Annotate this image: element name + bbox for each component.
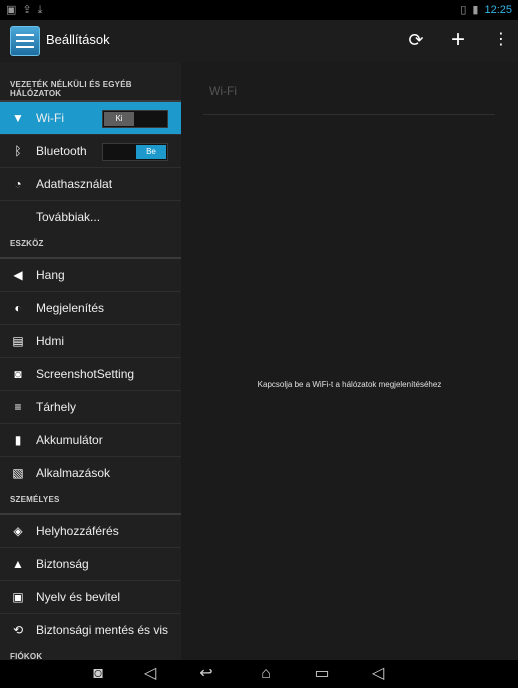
back-icon[interactable]: ↩: [192, 664, 220, 684]
sidebar-item-label: Nyelv és bevitel: [36, 590, 121, 604]
sidebar-item-label: Wi-Fi: [36, 111, 64, 125]
add-network-icon[interactable]: +: [445, 28, 471, 52]
sidebar-item-label: Bluetooth: [36, 144, 87, 158]
battery-icon: ▮: [472, 4, 479, 16]
sidebar-item-screenshot[interactable]: ◙ ScreenshotSetting: [0, 358, 181, 391]
recent-apps-icon[interactable]: ▭: [308, 664, 336, 684]
sidebar-item-storage[interactable]: ≡ Tárhely: [0, 391, 181, 424]
sidebar-item-battery[interactable]: ▮ Akkumulátor: [0, 424, 181, 457]
usb-icon: ⇪: [22, 4, 32, 16]
section-header-accounts: FIÓKOK: [0, 646, 181, 660]
screenshot-notification-icon: ▣: [6, 4, 17, 16]
sidebar-item-label: Tárhely: [36, 400, 77, 414]
status-time: 12:25: [484, 4, 512, 16]
sidebar-item-data-usage[interactable]: ◔ Adathasználat: [0, 168, 181, 201]
battery-settings-icon: ▮: [14, 433, 22, 447]
sidebar-item-sound[interactable]: ◀ Hang: [0, 259, 181, 292]
sidebar-item-label: Akkumulátor: [36, 433, 103, 447]
sidebar-item-bluetooth[interactable]: ᛒ Bluetooth Be: [0, 135, 181, 168]
keyboard-icon: ▣: [12, 590, 24, 604]
sidebar-item-backup[interactable]: ⟲ Biztonsági mentés és vis: [0, 614, 181, 646]
wifi-icon: ▼: [12, 111, 24, 125]
section-header-personal: SZEMÉLYES: [0, 489, 181, 515]
overflow-menu-icon[interactable]: ⋮: [488, 28, 514, 52]
sound-icon: ◀: [13, 268, 23, 282]
sim-icon: ▯: [460, 4, 467, 16]
more-spacer: [12, 211, 24, 223]
sidebar-item-label: Alkalmazások: [36, 466, 111, 480]
sidebar-item-location[interactable]: ◈ Helyhozzáférés: [0, 515, 181, 548]
detail-divider: [203, 114, 495, 115]
sidebar-item-label: Adathasználat: [36, 177, 113, 191]
bluetooth-toggle-state: Be: [136, 145, 166, 159]
volume-down-icon[interactable]: ◁: [136, 664, 164, 684]
sidebar-item-label: Megjelenítés: [36, 301, 105, 315]
settings-screen: ▣ ⇪ ⤓ ▯ ▮ 12:25 Beállítások ⟳ + ⋮ VEZETÉ…: [0, 0, 518, 688]
wifi-detail-panel: Wi-Fi Kapcsolja be a WiFi-t a hálózatok …: [181, 62, 518, 660]
sidebar-item-apps[interactable]: ▧ Alkalmazások: [0, 457, 181, 489]
sidebar-item-label: Továbbiak...: [36, 210, 101, 224]
storage-icon: ≡: [14, 400, 22, 414]
wifi-toggle[interactable]: Ki: [102, 110, 168, 128]
home-icon[interactable]: ⌂: [250, 664, 282, 684]
data-usage-icon: ◔: [14, 177, 22, 191]
sidebar-item-label: Hdmi: [36, 334, 65, 348]
screenshot-nav-icon[interactable]: ◙: [84, 664, 112, 684]
detail-title: Wi-Fi: [209, 84, 237, 98]
sidebar-item-label: Helyhozzáférés: [36, 524, 119, 538]
navigation-bar: ◙ ◁ ↩ ⌂ ▭ ◁: [0, 660, 518, 688]
backup-icon: ⟲: [12, 623, 24, 637]
section-header-device: ESZKÖZ: [0, 233, 181, 259]
sidebar-item-wifi[interactable]: ▼ Wi-Fi Ki: [0, 102, 181, 135]
action-bar: Beállítások ⟳ + ⋮: [0, 20, 518, 64]
status-bar: ▣ ⇪ ⤓ ▯ ▮ 12:25: [0, 0, 518, 20]
camera-icon: ◙: [14, 367, 22, 381]
wifi-toggle-state: Ki: [104, 112, 134, 126]
lock-icon: ▲: [12, 557, 24, 571]
wifi-off-message: Kapcsolja be a WiFi-t a hálózatok megjel…: [257, 380, 442, 389]
bluetooth-toggle[interactable]: Be: [102, 143, 168, 161]
sidebar-item-label: Hang: [36, 268, 65, 282]
sidebar-item-hdmi[interactable]: ▤ Hdmi: [0, 325, 181, 358]
hdmi-icon: ▤: [12, 334, 24, 348]
app-title: Beállítások: [46, 32, 110, 47]
display-icon: ◐: [14, 301, 22, 315]
notification-icons: ▣ ⇪ ⤓: [6, 3, 43, 17]
settings-app-icon[interactable]: [10, 26, 40, 56]
section-header-wireless: VEZETÉK NÉLKÜLI ÉS EGYÉB HÁLÓZATOK: [0, 62, 181, 102]
sidebar-item-language[interactable]: ▣ Nyelv és bevitel: [0, 581, 181, 614]
volume-up-icon[interactable]: ◁: [364, 664, 392, 684]
sidebar-item-display[interactable]: ◐ Megjelenítés: [0, 292, 181, 325]
bluetooth-icon: ᛒ: [14, 144, 22, 158]
sidebar-item-label: Biztonság: [36, 557, 89, 571]
download-icon: ⤓: [37, 4, 43, 16]
sidebar-item-label: ScreenshotSetting: [36, 367, 135, 381]
apps-icon: ▧: [12, 466, 24, 480]
location-icon: ◈: [13, 524, 23, 538]
settings-list: VEZETÉK NÉLKÜLI ÉS EGYÉB HÁLÓZATOK ▼ Wi-…: [0, 62, 181, 660]
sidebar-item-label: Biztonsági mentés és vis: [36, 623, 169, 637]
sidebar-item-security[interactable]: ▲ Biztonság: [0, 548, 181, 581]
system-icons: ▯ ▮ 12:25: [460, 3, 512, 17]
wps-icon[interactable]: ⟳: [403, 28, 429, 52]
sidebar-item-more[interactable]: Továbbiak...: [0, 201, 181, 233]
